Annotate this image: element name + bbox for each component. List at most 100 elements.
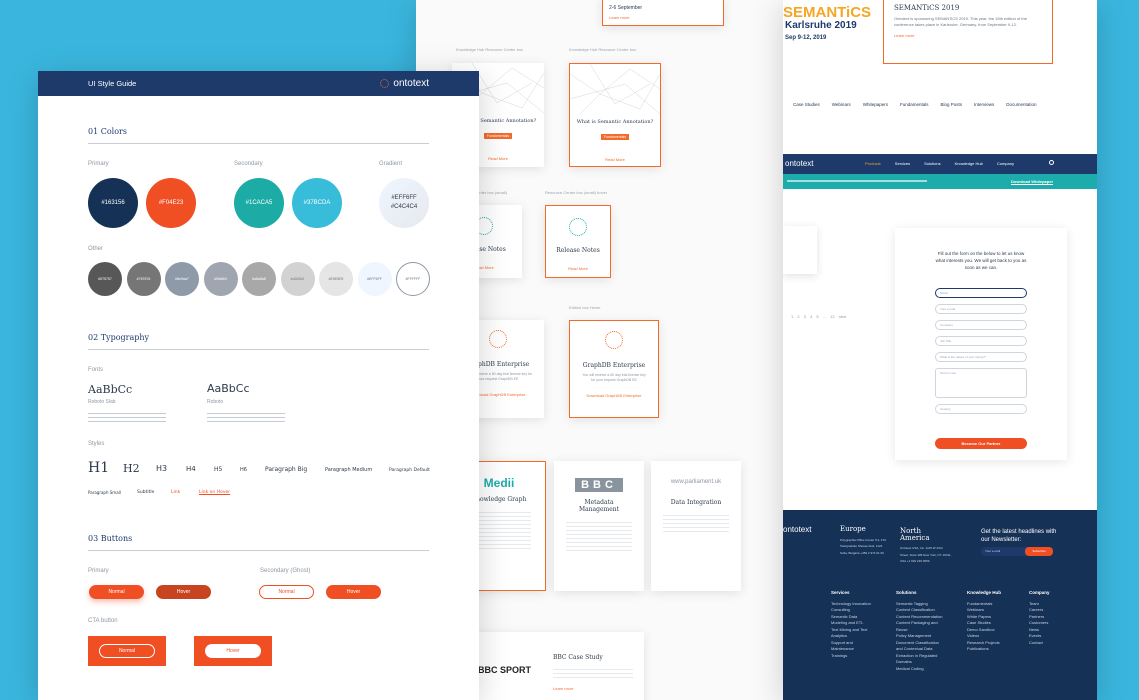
form-field[interactable]: Job Title	[935, 336, 1027, 346]
card-body: You will receive a 60 day trial license …	[582, 373, 646, 382]
style-link[interactable]: Link	[171, 490, 180, 495]
cta-label: CTA button	[88, 618, 118, 624]
release-notes-card-hover[interactable]: Release Notes Read More	[545, 205, 611, 278]
primary-button-hover[interactable]: Hover	[156, 585, 211, 599]
gradient-label: Gradient	[379, 161, 403, 167]
resource-card-hover[interactable]: What is Semantic Annotation? Fundamental…	[569, 63, 661, 167]
event-info-card: SEMANTiCS 2019 Ontotext is sponsoring SE…	[883, 0, 1053, 64]
footer-link[interactable]: Trainings	[831, 653, 871, 660]
swatch-primary-2: #F04E23	[146, 178, 196, 228]
card-title: What is Semantic Annotation?	[576, 119, 654, 125]
event-learn-more-link[interactable]: Learn more	[894, 33, 1042, 38]
primary-button-normal[interactable]: Normal	[89, 585, 144, 599]
event-learn-more-link[interactable]: Learn more	[609, 15, 717, 20]
style-paragraph-big: Paragraph Big	[265, 466, 308, 473]
style-link-hover[interactable]: Link on Hover	[199, 490, 230, 495]
style-h1: H1	[88, 460, 110, 476]
style-paragraph-default: Paragraph Default	[389, 468, 430, 473]
newsletter-email-input[interactable]: Your e-mail	[981, 547, 1031, 556]
hub-nav-item[interactable]: Fundamentals	[900, 102, 929, 107]
submit-button[interactable]: Become Our Partner	[935, 438, 1027, 449]
cta-button-hover[interactable]: Hover	[205, 644, 261, 658]
ontotext-logo: ontotext	[380, 78, 429, 89]
hub-nav-item[interactable]: Blog Posts	[941, 102, 963, 107]
graphdb-card-hover[interactable]: GraphDB Enterprise You will receive a 60…	[569, 320, 659, 418]
style-subtitle: Subtitle	[137, 490, 155, 495]
footer-link[interactable]: Medical Coding	[896, 666, 944, 673]
footer-link[interactable]: Support and Maintenance	[831, 640, 871, 653]
secondary-buttons-label: Secondary (Ghost)	[260, 568, 311, 574]
primary-buttons-label: Primary	[88, 568, 109, 574]
case-study-wide-card[interactable]: BBC SPORT BBC Case Study Learn more	[452, 632, 644, 700]
footer-link[interactable]: Semantic Data Modeling and ETL	[831, 614, 871, 627]
footer-link[interactable]: Text Mining and Text Analytics	[831, 627, 871, 640]
form-field[interactable]: What is the nature of your inquiry?	[935, 352, 1027, 362]
footer-col-heading: Services	[831, 590, 850, 595]
ontotext-logo-icon	[380, 79, 390, 88]
banner-title: SEMANTiCS	[783, 4, 872, 21]
form-field[interactable]: Company	[935, 320, 1027, 330]
search-icon[interactable]	[1049, 160, 1054, 165]
ghost-button-normal[interactable]: Normal	[259, 585, 314, 599]
hub-nav-item[interactable]: Documentation	[1006, 102, 1036, 107]
style-paragraph-small: Paragraph Small	[88, 490, 121, 495]
swatch-other-8: #EFF6FF	[357, 262, 392, 296]
site-footer: ontotext Europe Polygraphia Office Cente…	[783, 510, 1097, 700]
case-study-card-bbc[interactable]: BBC Metadata Management	[554, 461, 644, 591]
other-label: Other	[88, 246, 104, 252]
europe-address: Polygraphia Office Center fl.4, 47A Tsar…	[840, 537, 886, 555]
form-intro: Fill out the form on the below to let us…	[935, 251, 1027, 270]
download-link[interactable]: Download GraphDB Enterprise	[570, 393, 658, 398]
read-more-link[interactable]: Read More	[570, 157, 660, 162]
pagination[interactable]: 1 2 3 4 5 ... 12 next	[791, 314, 846, 319]
main-nav-item[interactable]: Solutions	[924, 161, 940, 166]
event-banner: SEMANTiCS Karlsruhe 2019 Sep 9-12, 2019	[783, 0, 883, 60]
event-text: Ontotext is sponsoring SEMANTiCS 2019. T…	[894, 16, 1027, 27]
footer-link[interactable]: Contact	[1029, 640, 1069, 647]
graphdb-icon	[489, 330, 507, 348]
footer-col-heading: Company	[1029, 590, 1050, 595]
footer-services: Services Technology Innovation Consulting…	[831, 590, 871, 659]
footer-link[interactable]: Document Classification and Contextual D…	[896, 640, 944, 666]
ghost-button-hover[interactable]: Hover	[326, 585, 381, 599]
footer-link[interactable]: Publications	[967, 646, 1007, 653]
bbc-logo: BBC	[575, 478, 623, 492]
main-nav-item[interactable]: Products	[865, 161, 881, 166]
hub-nav-item[interactable]: Webinars	[832, 102, 851, 107]
hub-nav-item[interactable]: Whitepapers	[863, 102, 888, 107]
site-logo[interactable]: ontotext	[785, 159, 813, 168]
main-nav-item[interactable]: Services	[895, 161, 910, 166]
graphdb-icon	[605, 331, 623, 349]
card-title: GraphDB Enterprise	[582, 362, 646, 369]
font-sample-sans: AaBbCc	[207, 382, 250, 395]
learn-more-link[interactable]: Learn more	[553, 686, 573, 691]
case-study-card-parliament[interactable]: www.parliament.uk Data Integration	[651, 461, 741, 591]
footer-link[interactable]: Content Packaging and Reuse	[896, 620, 944, 633]
style-h5: H5	[214, 466, 223, 473]
buttons-section: 03 Buttons	[88, 534, 429, 551]
typography-heading: 02 Typography	[88, 333, 429, 350]
subscribe-button[interactable]: Subscribe	[1025, 547, 1053, 556]
guide-title: UI Style Guide	[88, 79, 137, 88]
event-date: 2-6 September	[609, 5, 643, 11]
main-nav-item[interactable]: Knowledge Hub	[955, 161, 983, 166]
footer-link[interactable]: Technology Innovation Consulting	[831, 601, 871, 614]
hub-nav-item[interactable]: Case Studies	[793, 102, 820, 107]
form-field[interactable]: Tell us more	[935, 368, 1027, 398]
card-body	[663, 512, 729, 534]
read-more-link[interactable]: Read More	[546, 266, 610, 271]
main-nav-item[interactable]: Company	[997, 161, 1014, 166]
form-field[interactable]: Your e-mail	[935, 304, 1027, 314]
hub-nav: Case Studies Webinars Whitepapers Fundament…	[793, 102, 1037, 107]
form-field[interactable]: Name	[935, 288, 1027, 298]
download-whitepaper-link[interactable]: Download Whitepaper	[1011, 179, 1053, 184]
form-field[interactable]: Country	[935, 404, 1027, 414]
bbc-sport-logo: BBC SPORT	[478, 665, 532, 675]
footer-europe: Europe Polygraphia Office Center fl.4, 4…	[840, 526, 890, 556]
swatch-other-9: #FFFFFF	[396, 262, 430, 296]
na-address: Ontotext USA, Inc. 1115 W 23rd Street, S…	[900, 546, 952, 563]
fonts-label: Fonts	[88, 367, 104, 373]
hub-nav-item[interactable]: Interviews	[974, 102, 994, 107]
cta-button-normal[interactable]: Normal	[99, 644, 155, 658]
release-icon	[569, 218, 587, 236]
